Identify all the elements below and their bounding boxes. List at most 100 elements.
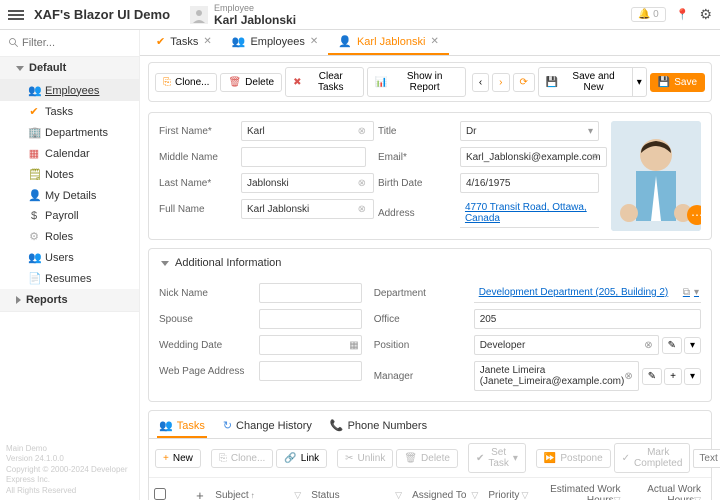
clear-icon[interactable]: ⊗ — [358, 204, 366, 215]
manager-dropdown[interactable]: ▾ — [684, 368, 701, 385]
office-input[interactable]: 205 — [474, 309, 701, 329]
first-name-input[interactable]: Karl — [241, 121, 374, 141]
additional-info-header[interactable]: Additional Information — [149, 249, 711, 277]
pin-icon[interactable]: 📍 — [676, 8, 690, 21]
middle-name-input[interactable] — [241, 147, 366, 167]
title-input[interactable]: Dr▾ — [460, 121, 599, 141]
col-priority[interactable]: Priority▽ — [483, 478, 533, 500]
col-subject[interactable]: Subject↑▽ — [210, 478, 306, 500]
last-name-input[interactable]: Jablonski — [241, 173, 374, 193]
grid-link-button[interactable]: 🔗Link — [276, 449, 327, 468]
settings-gear-icon[interactable]: ⚙ — [699, 6, 712, 23]
next-record-button[interactable]: › — [492, 73, 509, 92]
calendar-icon[interactable]: ▦ — [349, 340, 358, 351]
dropdown-icon[interactable]: ▾ — [694, 287, 699, 298]
grid-unlink-button[interactable]: ✂Unlink — [337, 449, 393, 468]
sidebar-item-roles[interactable]: ⚙Roles — [0, 226, 139, 247]
sidebar-item-notes[interactable]: 🗒Notes — [0, 164, 139, 185]
sidebar-item-resumes[interactable]: 📄Resumes — [0, 268, 139, 289]
grid-mark-completed-button[interactable]: ✓Mark Completed — [614, 443, 691, 473]
nav-group-reports[interactable]: Reports — [0, 289, 139, 312]
sidebar-item-users[interactable]: 👥Users — [0, 247, 139, 268]
birth-date-input[interactable]: 4/16/1975 — [460, 173, 599, 193]
sub-tab-phone-numbers[interactable]: 📞Phone Numbers — [328, 415, 429, 438]
sidebar-item-calendar[interactable]: ▦Calendar — [0, 143, 139, 164]
clear-icon[interactable]: ⊗ — [644, 340, 652, 351]
refresh-button[interactable]: ⟳ — [513, 73, 535, 92]
grid-new-button[interactable]: +New — [155, 449, 201, 468]
sidebar-item-employees[interactable]: 👥Employees — [0, 80, 139, 101]
notification-badge[interactable]: 🔔 0 — [631, 7, 666, 22]
header-entity-name: Karl Jablonski — [214, 13, 296, 27]
sidebar-item-departments[interactable]: 🏢Departments — [0, 122, 139, 143]
filter-icon[interactable]: ▽ — [694, 495, 701, 500]
department-lookup[interactable]: Development Department (205, Building 2)… — [474, 283, 701, 303]
grid-clone-button[interactable]: ⎘Clone... — [211, 449, 273, 468]
dropdown-icon[interactable]: ▾ — [588, 126, 593, 137]
employees-icon: 👥 — [28, 84, 40, 97]
clear-icon[interactable]: ⊗ — [591, 152, 599, 163]
show-in-report-button[interactable]: 📊Show in Report — [367, 67, 466, 97]
photo-actions-button[interactable]: ⋯ — [687, 205, 701, 225]
web-page-input[interactable] — [259, 361, 362, 381]
email-input[interactable]: Karl_Jablonski@example.com — [460, 147, 607, 167]
manager-lookup[interactable]: Janete Limeira (Janete_Limeira@example.c… — [474, 361, 639, 391]
save-and-new-dropdown[interactable]: ▾ — [632, 67, 647, 97]
tasks-grid: + Subject↑▽ Status▽ Assigned To▽ Priorit… — [149, 477, 711, 500]
sub-tab-tasks[interactable]: 👥Tasks — [157, 415, 207, 438]
nav-filter-input[interactable] — [6, 34, 133, 52]
grid-set-task-button[interactable]: ✔Set Task▾ — [468, 443, 526, 473]
save-button[interactable]: 💾 Save — [650, 73, 705, 92]
tab-close-icon[interactable]: ✕ — [430, 36, 438, 47]
manager-add-button[interactable]: + — [664, 368, 682, 385]
clear-tasks-button[interactable]: ✖Clear Tasks — [285, 67, 364, 97]
last-name-label: Last Name* — [159, 178, 241, 189]
delete-button[interactable]: 🗑Delete — [220, 73, 282, 92]
manager-edit-button[interactable]: ✎ — [642, 368, 662, 385]
address-link[interactable]: 4770 Transit Road, Ottawa, Canada — [460, 199, 599, 228]
filter-icon[interactable]: ▽ — [395, 490, 402, 500]
sidebar-item-label: Notes — [45, 169, 74, 181]
nav-group-default[interactable]: Default — [0, 57, 139, 80]
sidebar-item-payroll[interactable]: $Payroll — [0, 206, 139, 226]
filter-icon[interactable]: ▽ — [614, 495, 621, 500]
wedding-date-input[interactable]: ▦ — [259, 335, 362, 355]
clear-icon[interactable]: ⊗ — [358, 126, 366, 137]
menu-toggle-icon[interactable] — [8, 8, 24, 22]
clone-button[interactable]: ⎘Clone... — [155, 73, 217, 92]
position-edit-button[interactable]: ✎ — [662, 337, 682, 354]
col-assigned[interactable]: Assigned To▽ — [407, 478, 483, 500]
col-est-hours[interactable]: Estimated Work Hours▽ — [533, 478, 630, 500]
sub-tab-change-history[interactable]: ↻Change History — [221, 415, 314, 438]
open-icon[interactable]: ⧉ — [683, 287, 690, 298]
my-details-icon: 👤 — [28, 189, 40, 202]
position-lookup[interactable]: Developer⊗ — [474, 335, 659, 355]
position-dropdown[interactable]: ▾ — [684, 337, 701, 354]
col-act-hours[interactable]: Actual Work Hours▽ — [631, 478, 712, 500]
clear-icon[interactable]: ⊗ — [358, 178, 366, 189]
select-all-checkbox[interactable] — [154, 488, 166, 500]
save-and-new-button[interactable]: 💾Save and New — [538, 67, 632, 97]
new-row-icon[interactable]: + — [191, 478, 210, 500]
tab-employees[interactable]: 👥Employees✕ — [222, 30, 329, 55]
col-status[interactable]: Status▽ — [306, 478, 407, 500]
filter-icon[interactable]: ▽ — [294, 490, 301, 500]
tab-tasks[interactable]: ✔Tasks✕ — [146, 30, 222, 55]
prev-record-button[interactable]: ‹ — [472, 73, 489, 92]
tab-karl[interactable]: 👤Karl Jablonski✕ — [328, 30, 449, 55]
clear-icon[interactable]: ⊗ — [624, 371, 632, 382]
full-name-input[interactable]: Karl Jablonski — [241, 199, 374, 219]
sidebar-item-tasks[interactable]: ✔Tasks — [0, 101, 139, 122]
tab-close-icon[interactable]: ✕ — [310, 36, 318, 47]
filter-icon[interactable]: ▽ — [471, 490, 478, 500]
grid-delete-button[interactable]: 🗑Delete — [396, 449, 458, 468]
nick-name-input[interactable] — [259, 283, 362, 303]
spouse-input[interactable] — [259, 309, 362, 329]
tab-close-icon[interactable]: ✕ — [203, 36, 211, 47]
first-name-label: First Name* — [159, 126, 241, 137]
sidebar-item-my-details[interactable]: 👤My Details — [0, 185, 139, 206]
grid-postpone-button[interactable]: ⏩Postpone — [536, 449, 611, 468]
tab-label: Employees — [250, 36, 304, 48]
filter-icon[interactable]: ▽ — [521, 490, 528, 500]
grid-search-input[interactable] — [693, 449, 720, 468]
